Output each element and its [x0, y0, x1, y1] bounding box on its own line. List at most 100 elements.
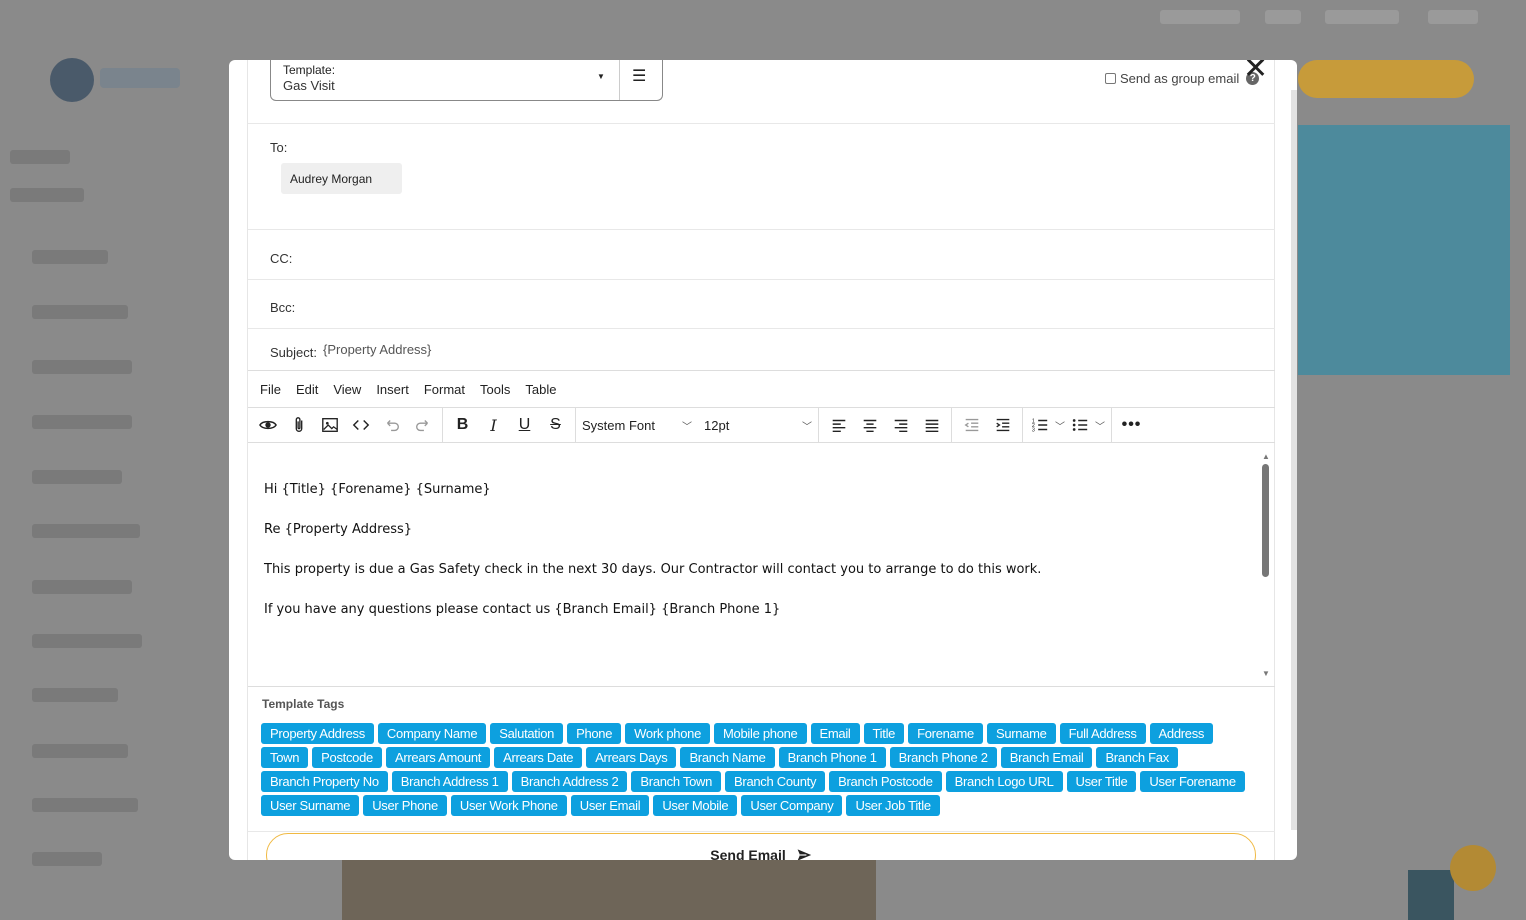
caret-down-icon[interactable]: ▼ [597, 72, 605, 81]
divider [248, 229, 1275, 230]
template-tag[interactable]: User Forename [1140, 771, 1245, 792]
chevron-down-icon: ﹀ [802, 421, 812, 433]
indent-icon[interactable] [987, 411, 1018, 439]
template-tag[interactable]: User Surname [261, 795, 360, 816]
template-tag[interactable]: Salutation [490, 723, 564, 744]
template-tag[interactable]: User Company [741, 795, 843, 816]
template-tag[interactable]: Mobile phone [714, 723, 807, 744]
align-justify-icon[interactable] [916, 411, 947, 439]
redo-icon[interactable] [407, 411, 438, 439]
numbered-list-icon[interactable]: 123 [1027, 411, 1053, 439]
bg-info-panel [1298, 125, 1510, 375]
attachment-icon[interactable] [283, 411, 314, 439]
bg-side-item [32, 305, 128, 319]
body-line: If you have any questions please contact… [264, 602, 781, 617]
menu-format[interactable]: Format [424, 382, 465, 397]
group-email-option[interactable]: Send as group email ? [1105, 71, 1260, 86]
bg-action-button [1298, 60, 1474, 98]
template-tag[interactable]: Branch Email [1000, 747, 1093, 768]
template-tag[interactable]: User Email [570, 795, 650, 816]
image-icon[interactable] [314, 411, 345, 439]
outdent-icon[interactable] [956, 411, 987, 439]
menu-edit[interactable]: Edit [296, 382, 318, 397]
strikethrough-icon[interactable]: S [540, 411, 571, 439]
bullet-list-icon[interactable] [1067, 411, 1093, 439]
template-tag[interactable]: Company Name [377, 723, 487, 744]
template-tag[interactable]: Branch Fax [1096, 747, 1178, 768]
template-tag[interactable]: Arrears Date [494, 747, 583, 768]
chevron-down-icon[interactable]: ﹀ [1093, 418, 1107, 433]
template-tag[interactable]: Property Address [261, 723, 374, 744]
template-tag[interactable]: Branch Property No [261, 771, 388, 792]
italic-icon[interactable]: I [478, 411, 509, 439]
template-tag[interactable]: Surname [986, 723, 1056, 744]
recipient-chip[interactable]: Audrey Morgan [281, 163, 402, 194]
subject-label: Subject: [270, 345, 317, 360]
menu-insert[interactable]: Insert [376, 382, 409, 397]
template-tag[interactable]: User Phone [363, 795, 447, 816]
font-family-value: System Font [582, 417, 655, 433]
source-code-icon[interactable] [345, 411, 376, 439]
template-tag[interactable]: Branch Phone 2 [889, 747, 997, 768]
template-value[interactable]: Gas Visit [283, 78, 335, 93]
preview-eye-icon[interactable] [252, 411, 283, 439]
template-tag[interactable]: Branch Address 1 [391, 771, 508, 792]
template-tag[interactable]: Title [863, 723, 905, 744]
hamburger-menu-icon[interactable]: ☰ [632, 66, 646, 86]
template-tag[interactable]: Email [810, 723, 860, 744]
editor-scroll-thumb[interactable] [1262, 464, 1269, 577]
bg-side-item [32, 360, 132, 374]
editor-toolbar: B I U S System Font ﹀ 12pt ﹀ 1 2 3 ﹀ ﹀ •… [248, 407, 1275, 443]
font-size-select[interactable]: 12pt ﹀ [698, 408, 818, 442]
template-tag[interactable]: Branch Phone 1 [778, 747, 886, 768]
bg-side-item [32, 852, 102, 866]
align-right-icon[interactable] [885, 411, 916, 439]
template-tag[interactable]: User Job Title [846, 795, 940, 816]
svg-text:3: 3 [1032, 427, 1035, 433]
template-tag[interactable]: Phone [567, 723, 622, 744]
scroll-down-icon[interactable]: ▼ [1262, 669, 1270, 678]
template-tag[interactable]: Branch Name [680, 747, 775, 768]
close-icon[interactable]: ✕ [1243, 60, 1268, 84]
template-tag[interactable]: Full Address [1059, 723, 1146, 744]
template-tag[interactable]: Branch Town [631, 771, 722, 792]
template-tag[interactable]: Address [1149, 723, 1214, 744]
template-tag[interactable]: Branch County [725, 771, 826, 792]
template-tag[interactable]: Work phone [625, 723, 711, 744]
menu-file[interactable]: File [260, 382, 281, 397]
template-tag[interactable]: Branch Postcode [829, 771, 942, 792]
send-email-button[interactable]: Send Email [266, 833, 1256, 860]
template-tag[interactable]: Arrears Days [586, 747, 677, 768]
template-tag[interactable]: Branch Logo URL [945, 771, 1063, 792]
bold-icon[interactable]: B [447, 411, 478, 439]
underline-icon[interactable]: U [509, 411, 540, 439]
bg-send-button [1408, 870, 1454, 920]
menu-view[interactable]: View [333, 382, 361, 397]
email-body-editor[interactable]: Hi {Title} {Forename} {Surname} Re {Prop… [248, 443, 1275, 686]
body-line: Hi {Title} {Forename} {Surname} [264, 482, 491, 497]
template-tag[interactable]: User Work Phone [450, 795, 567, 816]
template-tag[interactable]: Town [261, 747, 309, 768]
modal-scrollbar[interactable] [1291, 90, 1297, 830]
font-family-select[interactable]: System Font ﹀ [576, 408, 698, 442]
toolbar-group-lists: 123 ﹀ ﹀ [1023, 408, 1112, 442]
template-tag[interactable]: Arrears Amount [385, 747, 491, 768]
menu-table[interactable]: Table [525, 382, 556, 397]
email-modal: Template: Gas Visit ▼ ☰ Send as group em… [229, 60, 1297, 860]
app-logo-icon [50, 58, 94, 102]
align-center-icon[interactable] [854, 411, 885, 439]
undo-icon[interactable] [376, 411, 407, 439]
scroll-up-icon[interactable]: ▲ [1262, 452, 1270, 461]
template-select[interactable]: Template: Gas Visit ▼ ☰ [270, 60, 663, 101]
template-tag[interactable]: Branch Address 2 [511, 771, 628, 792]
menu-tools[interactable]: Tools [480, 382, 510, 397]
template-tag[interactable]: User Mobile [653, 795, 738, 816]
group-email-checkbox[interactable] [1105, 73, 1116, 84]
more-icon[interactable]: ••• [1116, 411, 1147, 439]
template-tag[interactable]: Postcode [312, 747, 382, 768]
template-tag[interactable]: Forename [908, 723, 983, 744]
chevron-down-icon[interactable]: ﹀ [1053, 418, 1067, 433]
template-tag[interactable]: User Title [1066, 771, 1137, 792]
subject-input[interactable]: {Property Address} [323, 342, 431, 357]
align-left-icon[interactable] [823, 411, 854, 439]
